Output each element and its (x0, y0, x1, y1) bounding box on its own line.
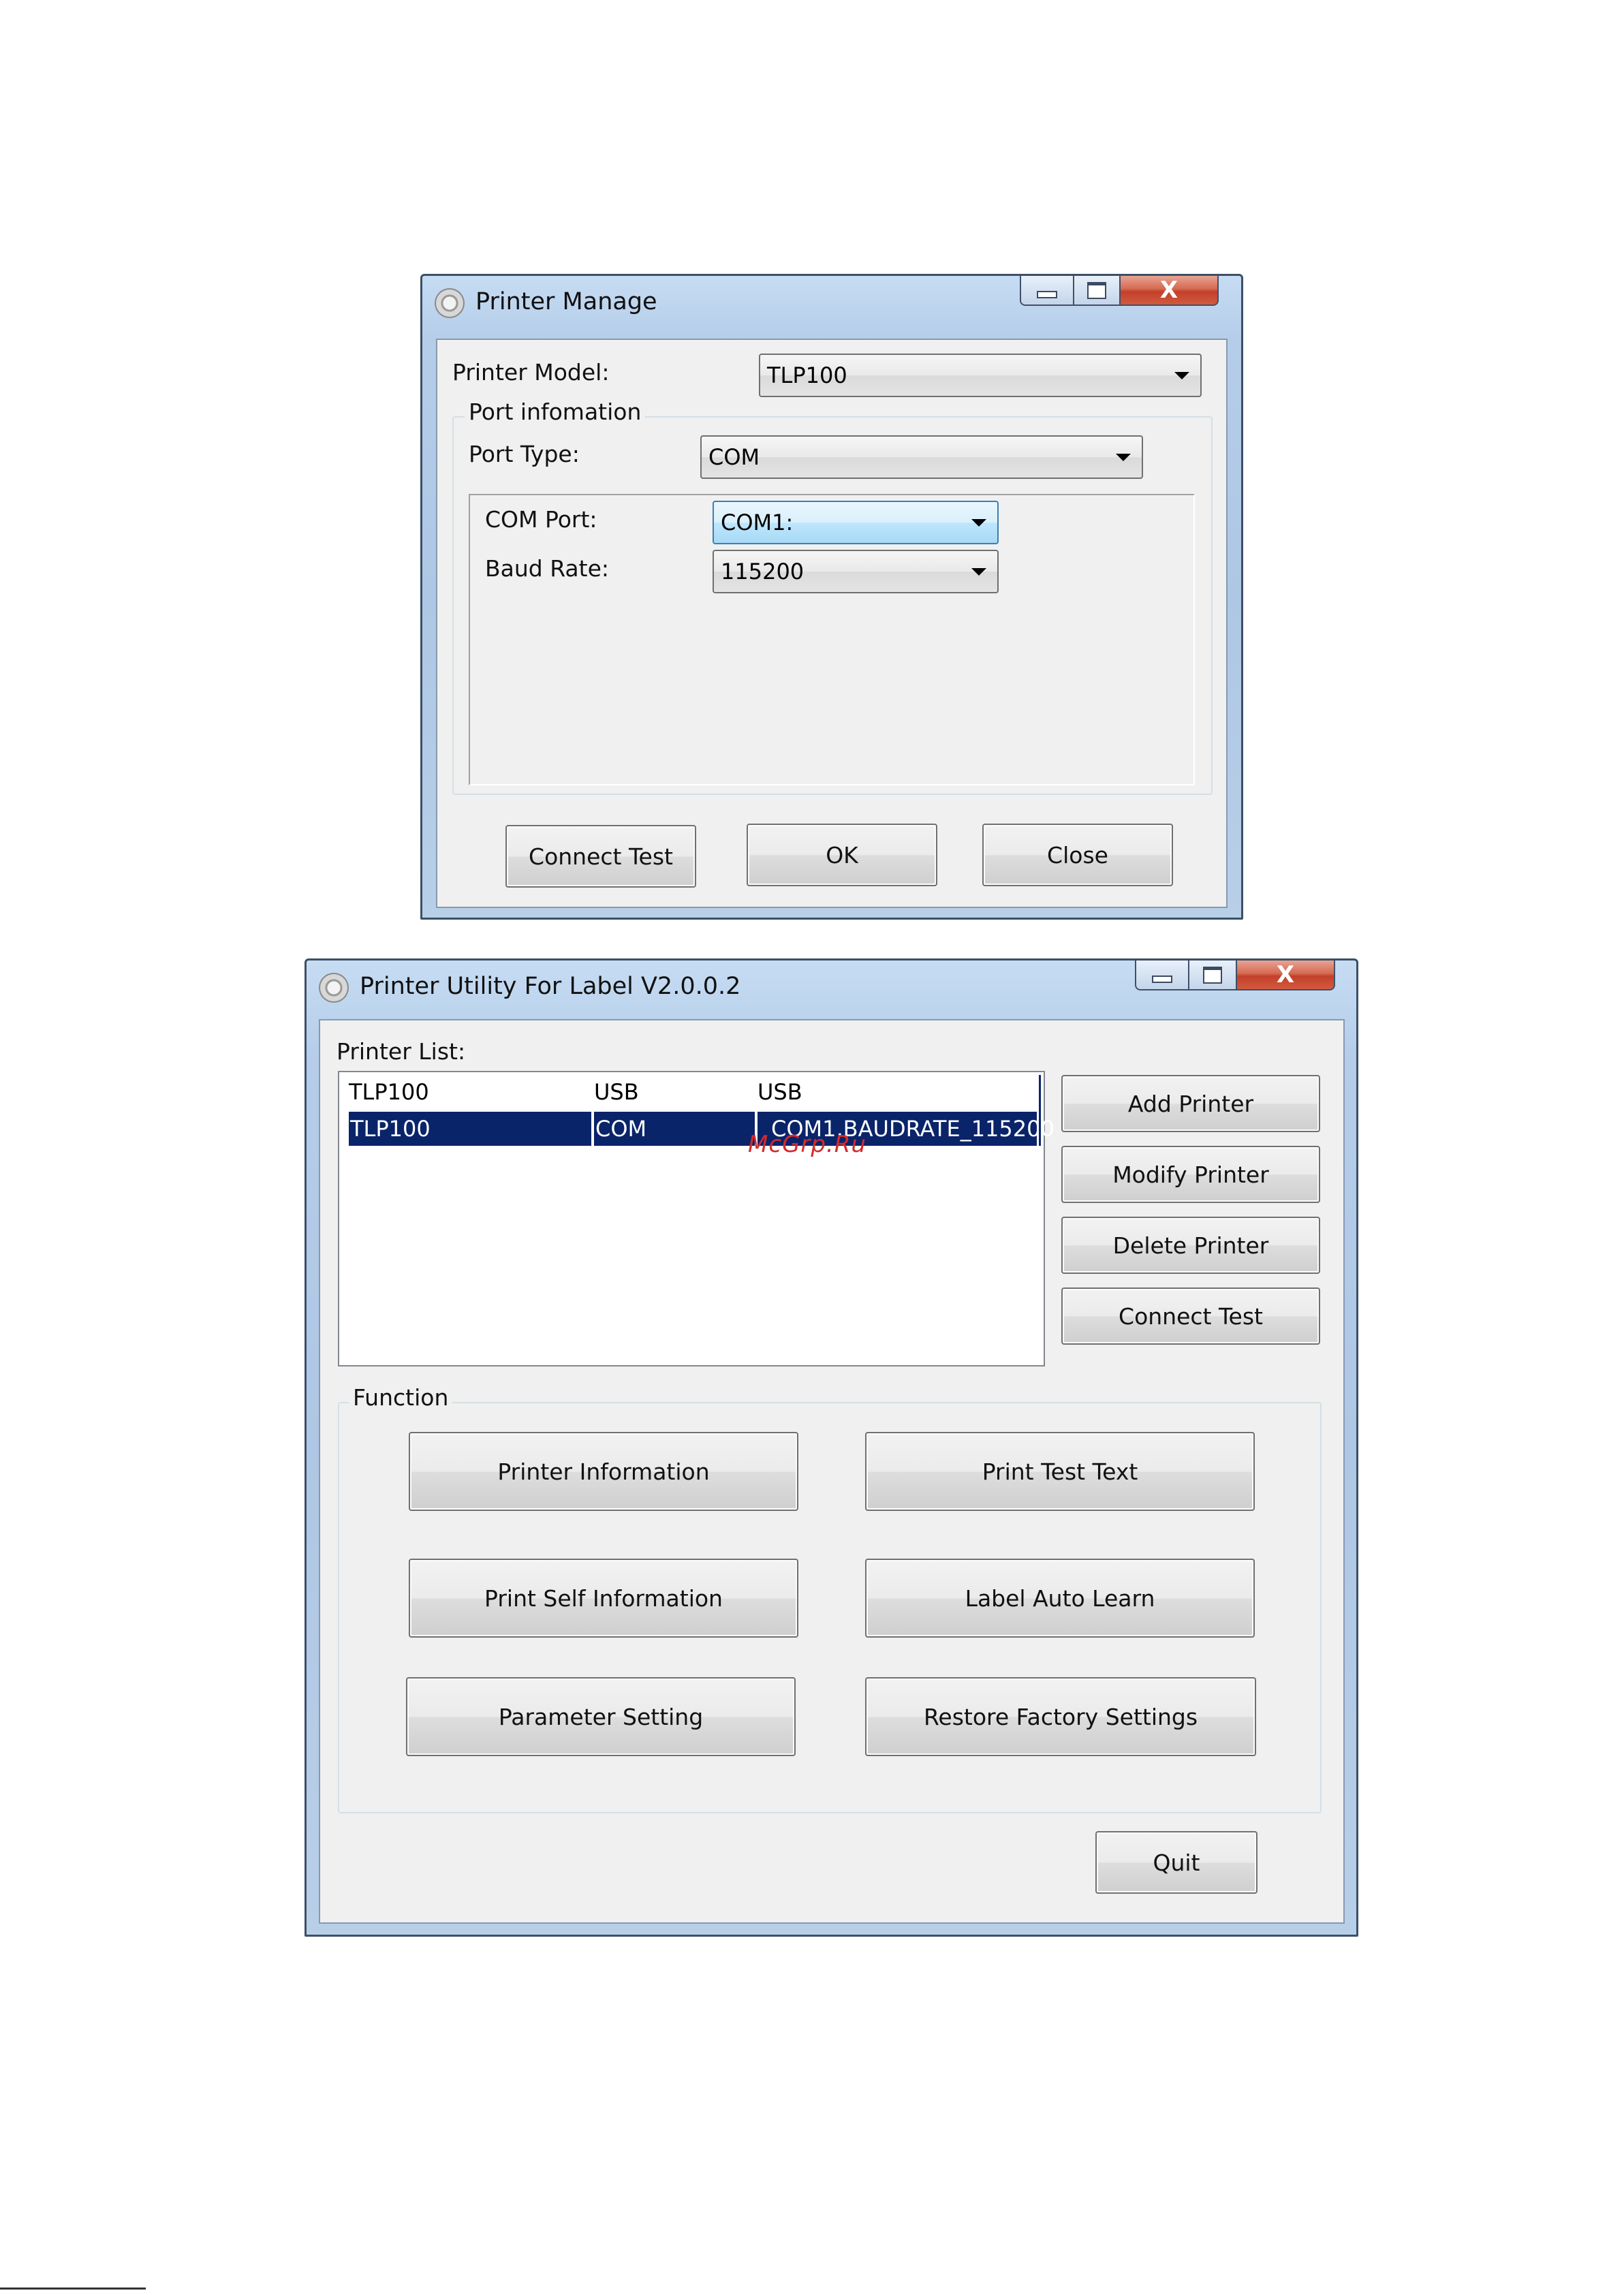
print-test-text-button[interactable]: Print Test Text (865, 1432, 1255, 1511)
close-icon: X (1159, 277, 1178, 304)
function-title: Function (349, 1384, 453, 1411)
baud-rate-label: Baud Rate: (485, 555, 609, 582)
window-title: Printer Utility For Label V2.0.0.2 (360, 973, 741, 1000)
page-footer-line (0, 2288, 146, 2290)
chevron-down-icon (1116, 454, 1131, 461)
gear-icon (435, 288, 465, 318)
printer-utility-titlebar[interactable]: Printer Utility For Label V2.0.0.2 X (307, 961, 1356, 1007)
printer-model-value: TLP100 (767, 362, 847, 388)
maximize-button[interactable] (1073, 276, 1121, 306)
com-port-value: COM1: (721, 510, 794, 535)
minimize-icon (1037, 290, 1057, 298)
close-button[interactable]: Close (982, 824, 1173, 886)
add-printer-button[interactable]: Add Printer (1061, 1075, 1320, 1132)
maximize-icon (1087, 281, 1106, 299)
port-type-value: COM (708, 444, 760, 470)
port-type-label: Port Type: (469, 441, 580, 467)
printer-manage-client: Printer Model: TLP100 Port infomation Po… (436, 339, 1228, 908)
list-item-selected[interactable]: TLP100 COM COM1,BAUDRATE_115200 (349, 1112, 1055, 1146)
restore-icon (1203, 966, 1222, 984)
printer-port-cell: USB (594, 1079, 639, 1105)
window-title: Printer Manage (475, 288, 657, 315)
close-icon: X (1276, 961, 1295, 988)
close-window-button[interactable]: X (1119, 276, 1219, 306)
baud-rate-select[interactable]: 115200 (713, 550, 999, 593)
chevron-down-icon (1174, 372, 1189, 379)
printer-port-cell: COM (594, 1112, 755, 1146)
list-scroll-edge (1039, 1075, 1041, 1146)
printer-list[interactable]: TLP100 USB USB TLP100 COM COM1,BAUDRATE_… (338, 1071, 1055, 1367)
parameter-setting-button[interactable]: Parameter Setting (406, 1677, 796, 1756)
printer-manage-titlebar[interactable]: Printer Manage X (422, 276, 1241, 322)
port-information-title: Port infomation (465, 399, 646, 425)
gear-icon (319, 973, 349, 1003)
maximize-button[interactable] (1188, 961, 1237, 990)
delete-printer-button[interactable]: Delete Printer (1061, 1217, 1320, 1274)
minimize-button[interactable] (1135, 961, 1189, 990)
printer-manage-window: Printer Manage X Printer Model: TLP100 P… (420, 274, 1243, 920)
modify-printer-button[interactable]: Modify Printer (1061, 1146, 1320, 1203)
list-item[interactable]: TLP100 USB USB (349, 1075, 1040, 1109)
quit-button[interactable]: Quit (1095, 1831, 1258, 1894)
label-auto-learn-button[interactable]: Label Auto Learn (865, 1559, 1255, 1638)
printer-information-button[interactable]: Printer Information (409, 1432, 798, 1511)
connect-test-button[interactable]: Connect Test (1061, 1287, 1320, 1345)
ok-button[interactable]: OK (747, 824, 937, 886)
com-port-label: COM Port: (485, 506, 597, 533)
printer-name-cell: TLP100 (349, 1112, 591, 1146)
printer-model-label: Printer Model: (452, 359, 610, 386)
printer-utility-window: Printer Utility For Label V2.0.0.2 X Pri… (304, 958, 1358, 1937)
print-self-information-button[interactable]: Print Self Information (409, 1559, 798, 1638)
restore-factory-settings-button[interactable]: Restore Factory Settings (865, 1677, 1256, 1756)
printer-model-select[interactable]: TLP100 (759, 354, 1202, 397)
printer-detail-cell: USB (758, 1079, 802, 1105)
printer-list-label: Printer List: (337, 1038, 466, 1065)
printer-name-cell: TLP100 (349, 1079, 429, 1105)
minimize-icon (1152, 975, 1172, 983)
baud-rate-value: 115200 (721, 559, 805, 584)
com-port-select[interactable]: COM1: (713, 501, 999, 544)
watermark-text: McGrp.Ru (748, 1131, 866, 1158)
connect-test-button[interactable]: Connect Test (505, 825, 696, 888)
minimize-button[interactable] (1020, 276, 1074, 306)
chevron-down-icon (971, 519, 986, 527)
port-type-select[interactable]: COM (700, 435, 1143, 479)
chevron-down-icon (971, 568, 986, 576)
close-window-button[interactable]: X (1236, 961, 1335, 990)
